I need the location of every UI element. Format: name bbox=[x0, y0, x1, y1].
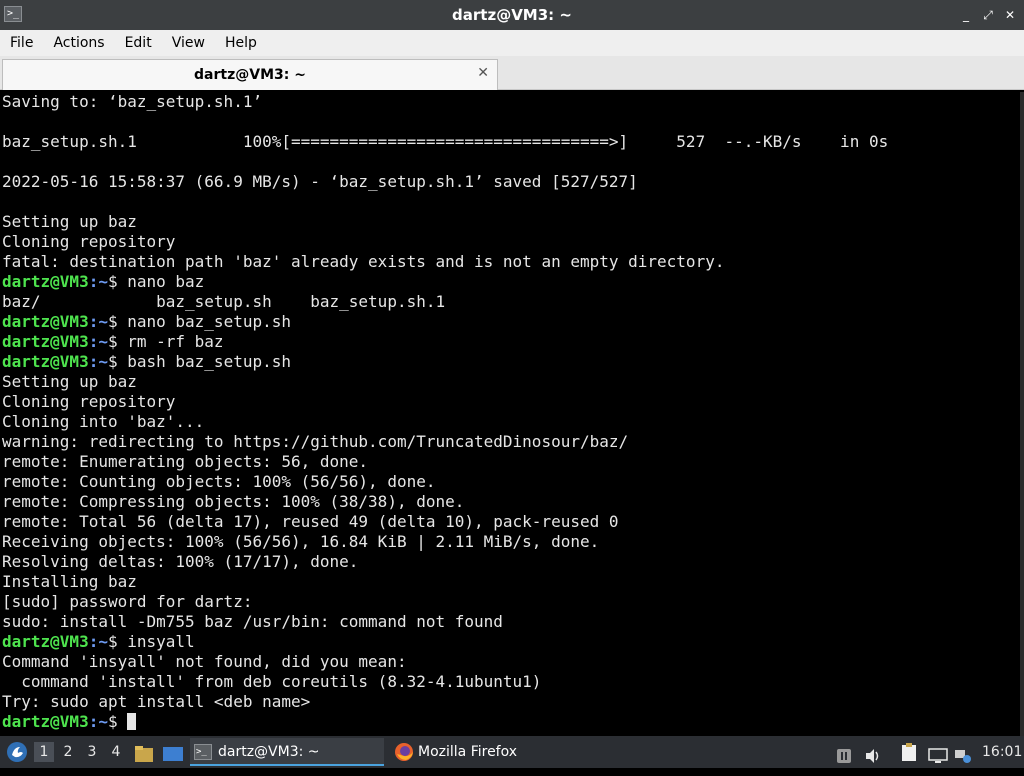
tab-terminal[interactable]: dartz@VM3: ~ ✕ bbox=[2, 59, 498, 90]
terminal-scrollbar[interactable] bbox=[1020, 92, 1024, 736]
tab-label: dartz@VM3: ~ bbox=[194, 67, 306, 83]
terminal-output-line: baz/ baz_setup.sh baz_setup.sh.1 bbox=[2, 292, 446, 311]
clipboard-icon[interactable] bbox=[900, 742, 918, 762]
terminal-output-line: fatal: destination path 'baz' already ex… bbox=[2, 252, 725, 271]
window-title: dartz@VM3: ~ bbox=[452, 6, 572, 24]
task-terminal[interactable]: >_ dartz@VM3: ~ bbox=[190, 738, 384, 766]
menu-edit[interactable]: Edit bbox=[115, 30, 162, 56]
tab-bar: dartz@VM3: ~ ✕ bbox=[0, 56, 1024, 90]
prompt-user-host: dartz@VM3 bbox=[2, 712, 89, 731]
network-icon[interactable] bbox=[954, 744, 972, 763]
menu-help[interactable]: Help bbox=[215, 30, 267, 56]
terminal-command-line: dartz@VM3:~$ nano baz_setup.sh bbox=[2, 312, 888, 332]
task-firefox-label: Mozilla Firefox bbox=[418, 744, 518, 760]
terminal-icon: >_ bbox=[194, 744, 212, 760]
terminal-output[interactable]: Saving to: ‘baz_setup.sh.1’ baz_setup.sh.… bbox=[0, 92, 1020, 736]
prompt-path: :~ bbox=[88, 312, 108, 331]
prompt-symbol: $ bbox=[107, 712, 128, 731]
tab-close-icon[interactable]: ✕ bbox=[477, 65, 489, 81]
terminal-command-line: dartz@VM3:~$ insyall bbox=[2, 632, 888, 652]
terminal-command-line: dartz@VM3:~$ rm -rf baz bbox=[2, 332, 888, 352]
prompt-user-host: dartz@VM3 bbox=[2, 272, 89, 291]
workspace-3[interactable]: 3 bbox=[82, 742, 102, 762]
terminal-command-line: dartz@VM3:~$ nano baz bbox=[2, 272, 888, 292]
monitor-icon[interactable] bbox=[928, 744, 948, 763]
menu-file[interactable]: File bbox=[0, 30, 43, 56]
terminal-output-line: baz_setup.sh.1 100%[====================… bbox=[2, 132, 889, 151]
terminal-output-line: remote: Compressing objects: 100% (38/38… bbox=[2, 492, 465, 511]
terminal-output-line: Receiving objects: 100% (56/56), 16.84 K… bbox=[2, 532, 600, 551]
terminal-output-line: [sudo] password for dartz: bbox=[2, 592, 253, 611]
terminal-output-line: remote: Enumerating objects: 56, done. bbox=[2, 452, 369, 471]
command-text: rm -rf baz bbox=[127, 332, 224, 351]
volume-icon[interactable] bbox=[864, 744, 882, 763]
minimize-button[interactable]: _ bbox=[958, 6, 974, 24]
terminal-command-line: dartz@VM3:~$ bbox=[2, 712, 888, 732]
terminal-output-line: Cloning repository bbox=[2, 392, 176, 411]
prompt-symbol: $ bbox=[107, 332, 128, 351]
terminal-output-line: Try: sudo apt install <deb name> bbox=[2, 692, 311, 711]
terminal-output-line: Cloning repository bbox=[2, 232, 176, 251]
prompt-path: :~ bbox=[88, 712, 108, 731]
terminal-output-line: Setting up baz bbox=[2, 372, 137, 391]
prompt-symbol: $ bbox=[107, 272, 128, 291]
prompt-path: :~ bbox=[88, 332, 108, 351]
terminal-command-line: dartz@VM3:~$ bash baz_setup.sh bbox=[2, 352, 888, 372]
terminal-output-line: warning: redirecting to https://github.c… bbox=[2, 432, 629, 451]
prompt-user-host: dartz@VM3 bbox=[2, 332, 89, 351]
terminal-output-line: remote: Total 56 (delta 17), reused 49 (… bbox=[2, 512, 619, 531]
file-manager-icon[interactable] bbox=[134, 743, 154, 762]
window-controls: _ ⤢ ✕ bbox=[958, 6, 1018, 24]
terminal-lines: Saving to: ‘baz_setup.sh.1’ baz_setup.sh.… bbox=[2, 92, 888, 732]
task-firefox[interactable]: Mozilla Firefox bbox=[392, 738, 572, 766]
prompt-user-host: dartz@VM3 bbox=[2, 352, 89, 371]
terminal-output-line: Saving to: ‘baz_setup.sh.1’ bbox=[2, 92, 263, 111]
workspace-4[interactable]: 4 bbox=[106, 742, 126, 762]
prompt-path: :~ bbox=[88, 352, 108, 371]
workspace-1[interactable]: 1 bbox=[34, 742, 54, 762]
menu-bar: File Actions Edit View Help bbox=[0, 30, 1024, 56]
start-menu-icon[interactable] bbox=[6, 741, 28, 763]
prompt-path: :~ bbox=[88, 632, 108, 651]
workspace-2[interactable]: 2 bbox=[58, 742, 78, 762]
menu-view[interactable]: View bbox=[162, 30, 215, 56]
command-text: bash baz_setup.sh bbox=[127, 352, 291, 371]
prompt-user-host: dartz@VM3 bbox=[2, 312, 89, 331]
prompt-symbol: $ bbox=[107, 312, 128, 331]
task-terminal-label: dartz@VM3: ~ bbox=[218, 744, 320, 760]
command-text: insyall bbox=[127, 632, 195, 651]
terminal-output-line: Resolving deltas: 100% (17/17), done. bbox=[2, 552, 359, 571]
show-desktop-icon[interactable] bbox=[162, 743, 184, 761]
terminal-output-line: sudo: install -Dm755 baz /usr/bin: comma… bbox=[2, 612, 503, 631]
menu-actions[interactable]: Actions bbox=[43, 30, 114, 56]
terminal-output-line: 2022-05-16 15:58:37 (66.9 MB/s) - ‘baz_s… bbox=[2, 172, 638, 191]
prompt-symbol: $ bbox=[107, 352, 128, 371]
terminal-output-line: Cloning into 'baz'... bbox=[2, 412, 205, 431]
terminal-output-line: remote: Counting objects: 100% (56/56), … bbox=[2, 472, 436, 491]
close-button[interactable]: ✕ bbox=[1002, 6, 1018, 24]
terminal-output-line: Command 'insyall' not found, did you mea… bbox=[2, 652, 407, 671]
prompt-symbol: $ bbox=[107, 632, 128, 651]
terminal-cursor bbox=[127, 713, 137, 730]
terminal-output-line: Installing baz bbox=[2, 572, 137, 591]
taskbar: 1 2 3 4 >_ dartz@VM3: ~ Mozilla Firefox … bbox=[0, 736, 1024, 768]
window-titlebar[interactable]: >_ dartz@VM3: ~ _ ⤢ ✕ bbox=[0, 0, 1024, 30]
prompt-user-host: dartz@VM3 bbox=[2, 632, 89, 651]
clock[interactable]: 16:01 bbox=[982, 736, 1022, 768]
command-text: nano baz bbox=[127, 272, 205, 291]
command-text: nano baz_setup.sh bbox=[127, 312, 291, 331]
terminal-output-line: Setting up baz bbox=[2, 212, 137, 231]
maximize-button[interactable]: ⤢ bbox=[980, 6, 996, 24]
terminal-output-line: command 'install' from deb coreutils (8.… bbox=[2, 672, 542, 691]
prompt-path: :~ bbox=[88, 272, 108, 291]
pause-icon[interactable] bbox=[836, 744, 852, 763]
